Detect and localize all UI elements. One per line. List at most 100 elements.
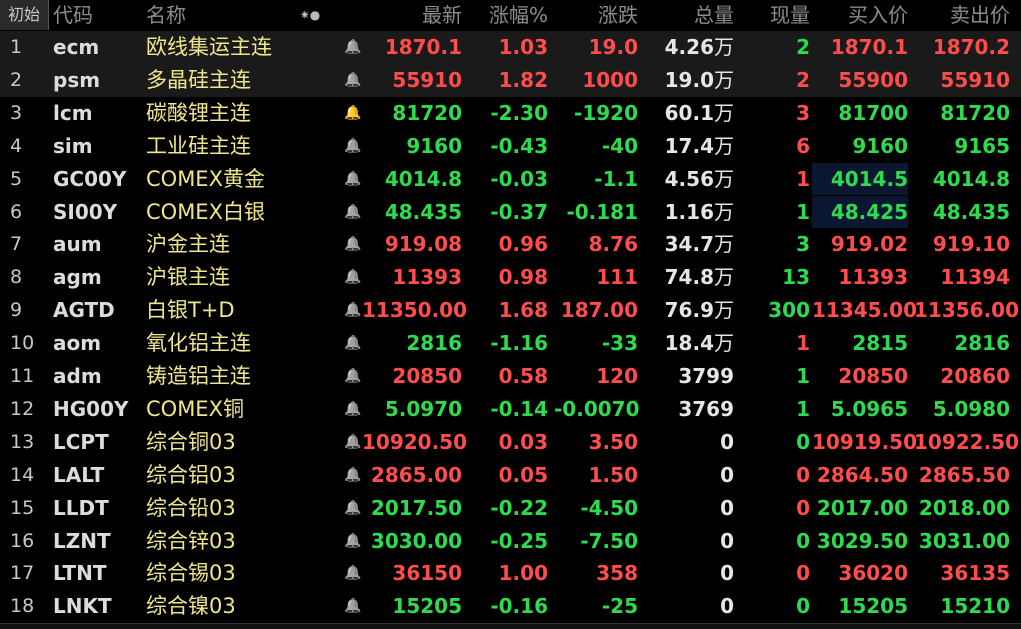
cell-bid: 1870.1	[830, 35, 908, 59]
bell-icon[interactable]: 🔔	[343, 196, 363, 229]
cell-vol: 3799	[640, 360, 734, 393]
cell-pct: 1.68	[498, 298, 548, 323]
table-row[interactable]: 7 aum 沪金主连 🔔 919.08 0.96 8.76 34.7万 3 919.02 919.1…	[0, 228, 1021, 261]
row-index: 8	[10, 266, 23, 289]
cell-vol: 18.4万	[640, 327, 734, 360]
cell-chg: -33	[601, 331, 638, 356]
cell-ask: 2018.00	[918, 495, 1010, 520]
bell-icon[interactable]: 🔔	[343, 130, 363, 163]
table-row[interactable]: 13 LCPT 综合铜03 🔔 10920.50 0.03 3.50 0 0 10919.50 10…	[0, 426, 1021, 459]
cell-cur: 0	[796, 528, 810, 553]
cell-code: sim	[53, 133, 93, 158]
bell-icon[interactable]: 🔔	[343, 590, 363, 623]
vol-unit: 万	[714, 298, 734, 323]
row-index: 16	[10, 529, 35, 552]
cell-bid: 55900	[838, 67, 908, 92]
table-row[interactable]: 4 sim 工业硅主连 🔔 9160 -0.43 -40 17.4万 6 9160 9165	[0, 130, 1021, 163]
bell-icon[interactable]: 🔔	[343, 492, 363, 525]
cell-ask: 2816	[954, 331, 1010, 356]
cell-ask: 9165	[954, 133, 1010, 158]
table-row[interactable]: 16 LZNT 综合锌03 🔔 3030.00 -0.25 -7.50 0 0 3029.50 30…	[0, 525, 1021, 558]
corner-button[interactable]: 初始	[0, 0, 49, 30]
cell-pct: -0.25	[490, 528, 548, 553]
column-header-bid[interactable]: 买入价	[812, 0, 908, 30]
table-row[interactable]: 1 ecm 欧线集运主连 🔔 1870.1 1.03 19.0 4.26万 2 1870.1 187…	[0, 31, 1021, 64]
column-header-vol[interactable]: 总量	[640, 0, 734, 30]
cell-cur: 0	[796, 594, 810, 619]
bell-icon[interactable]: 🔔	[343, 360, 363, 393]
cell-cur: 0	[796, 495, 810, 520]
cell-pct: 1.00	[498, 561, 548, 586]
cell-cur: 0	[796, 561, 810, 586]
table-row[interactable]: 9 AGTD 白银T+D 🔔 11350.00 1.68 187.00 76.9万 300 113…	[0, 294, 1021, 327]
vol-number: 0	[720, 429, 734, 454]
column-header-name[interactable]: 名称	[146, 0, 266, 30]
table-row[interactable]: 15 LLDT 综合铅03 🔔 2017.50 -0.22 -4.50 0 0 2017.00 20…	[0, 492, 1021, 525]
row-index: 5	[10, 167, 23, 190]
bell-icon[interactable]: 🔔	[343, 31, 363, 64]
table-row[interactable]: 11 adm 铸造铝主连 🔔 20850 0.58 120 3799 1 20850 20860	[0, 360, 1021, 393]
table-row[interactable]: 14 LALT 综合铝03 🔔 2865.00 0.05 1.50 0 0 2864.50 2865…	[0, 459, 1021, 492]
column-settings-icon[interactable]: ✷●	[290, 0, 330, 30]
cell-last: 919.08	[384, 232, 462, 257]
cell-vol: 4.56万	[640, 163, 734, 196]
column-header-ask[interactable]: 卖出价	[914, 0, 1010, 30]
cell-last: 11350.00	[362, 298, 468, 323]
cell-cur: 300	[768, 298, 810, 323]
cell-cur: 6	[796, 133, 810, 158]
vol-unit: 万	[714, 100, 734, 125]
table-row[interactable]: 8 agm 沪银主连 🔔 11393 0.98 111 74.8万 13 11393 11394	[0, 261, 1021, 294]
bell-icon[interactable]: 🔔	[343, 426, 363, 459]
bell-icon[interactable]: 🔔	[343, 525, 363, 558]
bell-icon[interactable]: 🔔	[343, 459, 363, 492]
column-header-cur[interactable]: 现量	[740, 0, 810, 30]
bell-icon[interactable]: 🔔	[343, 557, 363, 590]
bottom-scrollbar[interactable]	[0, 623, 1021, 629]
row-index: 6	[10, 200, 23, 223]
cell-chg: 187.00	[560, 298, 638, 323]
row-index: 12	[10, 397, 35, 420]
bell-icon[interactable]: 🔔	[343, 64, 363, 97]
vol-unit: 万	[714, 265, 734, 290]
cell-ask: 4014.8	[932, 166, 1010, 191]
table-row[interactable]: 5 GC00Y COMEX黄金 🔔 4014.8 -0.03 -1.1 4.56万 1 4014.…	[0, 162, 1021, 196]
column-header-code[interactable]: 代码	[53, 0, 133, 30]
column-header-chg[interactable]: 涨跌	[554, 0, 638, 30]
table-row[interactable]: 10 aom 氧化铝主连 🔔 2816 -1.16 -33 18.4万 1 2815 2816	[0, 327, 1021, 360]
bell-icon[interactable]: 🔔	[343, 327, 363, 360]
cell-name: 铸造铝主连	[146, 364, 251, 388]
bell-alert-icon[interactable]: 🔔	[343, 97, 363, 130]
cell-name: 综合锡03	[146, 561, 236, 586]
cell-vol: 17.4万	[640, 130, 734, 163]
vol-number: 19.0	[664, 67, 714, 92]
cell-pct: -0.16	[490, 594, 548, 619]
cell-bid: 5.0965	[830, 396, 908, 421]
row-index: 11	[10, 365, 35, 387]
bell-icon[interactable]: 🔔	[343, 393, 363, 426]
column-header-last[interactable]: 最新	[362, 0, 462, 30]
table-row[interactable]: 18 LNKT 综合镍03 🔔 15205 -0.16 -25 0 0 15205 15210	[0, 590, 1021, 623]
bell-icon[interactable]: 🔔	[343, 294, 363, 327]
cell-bid: 2864.50	[816, 462, 908, 487]
bell-icon[interactable]: 🔔	[343, 261, 363, 294]
cell-chg: 1000	[582, 67, 638, 92]
table-row[interactable]: 2 psm 多晶硅主连 🔔 55910 1.82 1000 19.0万 2 55900 55910	[0, 63, 1021, 97]
table-row[interactable]: 3 lcm 碳酸锂主连 🔔 81720 -2.30 -1920 60.1万 3 81700 8172…	[0, 97, 1021, 130]
cell-last: 2816	[406, 331, 462, 356]
table-row[interactable]: 12 HG00Y COMEX铜 🔔 5.0970 -0.14 -0.0070 3769 1 5.0…	[0, 393, 1021, 426]
column-header-bar: 初始 代码 名称 ✷● 最新 涨幅% 涨跌 总量 现量 买入价 卖出价	[0, 0, 1021, 30]
cell-name: COMEX白银	[146, 199, 265, 224]
cell-vol: 19.0万	[640, 64, 734, 97]
table-row[interactable]: 17 LTNT 综合锡03 🔔 36150 1.00 358 0 0 36020 36135	[0, 557, 1021, 590]
cell-code: LZNT	[53, 528, 111, 553]
vol-number: 76.9	[664, 298, 714, 323]
cell-pct: 0.96	[498, 232, 548, 257]
cell-chg: -0.0070	[554, 396, 640, 421]
column-header-pct[interactable]: 涨幅%	[468, 0, 548, 30]
vol-number: 4.26	[664, 35, 714, 59]
bell-icon[interactable]: 🔔	[343, 228, 363, 261]
table-row[interactable]: 6 SI00Y COMEX白银 🔔 48.435 -0.37 -0.181 1.16万 1 48.…	[0, 195, 1021, 229]
bell-icon[interactable]: 🔔	[343, 163, 363, 196]
vol-number: 0	[720, 495, 734, 520]
cell-vol: 0	[640, 492, 734, 525]
